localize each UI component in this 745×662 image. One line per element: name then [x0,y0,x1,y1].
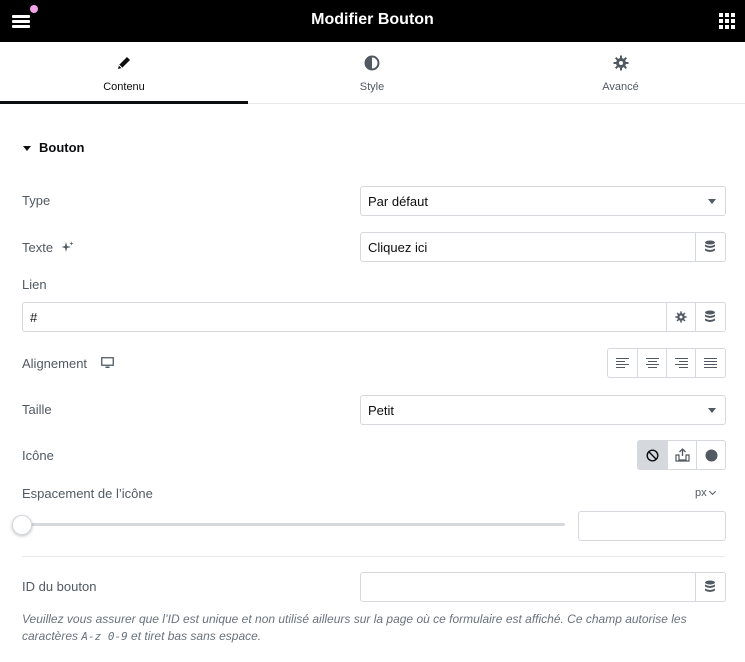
taille-select[interactable]: Petit [360,395,726,425]
tab-contenu-label: Contenu [103,81,145,93]
database-icon [705,240,715,252]
taille-value: Petit [368,403,395,418]
align-center-icon [646,358,659,368]
caret-down-icon[interactable] [23,146,31,151]
editor-header: Modifier Bouton [0,0,745,42]
id-bouton-label: ID du bouton [22,579,97,594]
panel-tabs: Contenu Style Avancé [0,42,745,104]
ban-icon [646,449,659,462]
align-right-icon [675,358,688,368]
chevron-down-icon [708,487,716,496]
lien-value: # [30,310,38,325]
tab-style[interactable]: Style [248,42,496,104]
alignement-label: Alignement [22,356,114,371]
upload-icon-button[interactable] [667,441,696,469]
lien-label: Lien [22,277,47,292]
tab-contenu[interactable]: Contenu [0,42,248,104]
apps-grid-icon[interactable] [719,13,735,29]
texte-value: Cliquez ici [368,240,428,255]
alignement-label-text: Alignement [22,356,88,371]
desktop-icon[interactable] [100,357,114,369]
align-justify-button[interactable] [695,349,724,377]
align-right-button[interactable] [666,349,695,377]
unit-selector[interactable]: px [695,487,716,499]
filled-circle-icon [705,449,718,462]
texte-label-text: Texte [22,240,54,255]
espacement-label: Espacement de l’icône [22,486,153,501]
gear-icon [675,311,687,323]
tab-style-label: Style [359,81,385,93]
link-options-button[interactable] [666,303,696,331]
pencil-icon [118,57,130,69]
gear-icon [613,55,628,71]
database-icon [705,310,715,322]
dynamic-tags-button[interactable] [695,233,725,261]
icone-label: Icône [22,448,54,463]
align-left-icon [616,358,629,368]
spacing-slider-handle[interactable] [12,515,32,535]
unit-value: px [695,487,707,499]
select-arrow-icon [708,199,716,204]
spacing-input[interactable] [578,511,726,541]
tab-avance[interactable]: Avancé [496,42,745,104]
tab-avance-label: Avancé [602,81,639,93]
type-label: Type [22,193,51,208]
section-divider [22,556,725,557]
id-bouton-input[interactable] [360,572,726,602]
section-title[interactable]: Bouton [39,140,84,155]
half-circle-icon [364,55,380,71]
align-justify-icon [704,358,717,368]
texte-input[interactable]: Cliquez ici [360,232,726,262]
ai-sparkle-icon[interactable] [61,241,74,254]
no-icon-button[interactable] [638,441,667,469]
icon-library-button[interactable] [696,441,725,469]
type-select[interactable]: Par défaut [360,186,726,216]
spacing-slider-track[interactable] [22,523,565,526]
database-icon [705,580,715,592]
icon-choice-group [637,440,726,470]
dynamic-tags-button[interactable] [695,573,725,601]
id-description: Veuillez vous assurer que l’ID est uniqu… [22,611,722,645]
select-arrow-icon [708,408,716,413]
panel-title: Modifier Bouton [311,11,434,28]
upload-icon [675,448,690,462]
lien-input[interactable]: # [22,302,726,332]
desc-code: A-z 0-9 [81,630,128,643]
alignment-button-group [607,348,726,378]
type-value: Par défaut [368,194,428,209]
texte-label: Texte [22,239,74,255]
desc-part2: et tiret bas sans espace. [127,629,262,643]
dynamic-tags-button[interactable] [695,303,725,331]
align-center-button[interactable] [637,349,666,377]
taille-label: Taille [22,402,52,417]
align-left-button[interactable] [608,349,637,377]
